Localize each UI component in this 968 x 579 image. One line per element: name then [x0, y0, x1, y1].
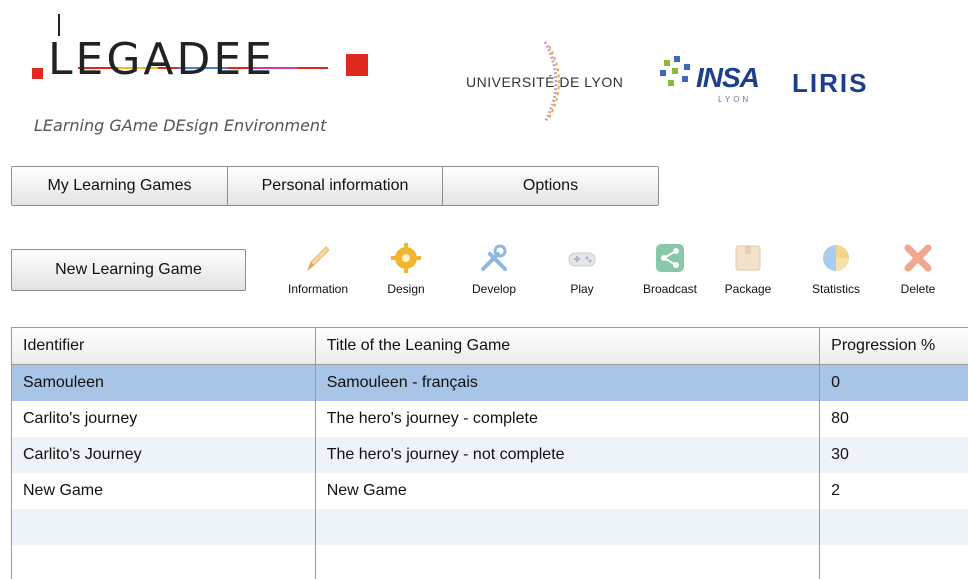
- table-row[interactable]: Carlito's journey The hero's journey - c…: [12, 401, 968, 437]
- broadcast-label: Broadcast: [642, 282, 698, 296]
- cell-title: The hero's journey - complete: [316, 401, 821, 437]
- learning-games-table: Identifier Title of the Leaning Game Pro…: [11, 327, 968, 579]
- package-label: Package: [724, 282, 772, 296]
- table-row[interactable]: New Game New Game 2: [12, 473, 968, 509]
- design-label: Design: [387, 282, 425, 296]
- cell-progression: 2: [831, 482, 841, 499]
- cell-progression: 0: [831, 374, 841, 391]
- cell-title: [316, 545, 821, 579]
- gamepad-icon: [568, 252, 596, 267]
- insa-lyon-logo: INSA LYON: [658, 40, 768, 130]
- delete-button[interactable]: Delete: [878, 240, 958, 300]
- delete-label: Delete: [900, 282, 936, 296]
- table-row[interactable]: [12, 509, 968, 545]
- tab-options[interactable]: Options: [443, 167, 658, 205]
- gear-icon: [391, 243, 421, 273]
- design-button[interactable]: Design: [366, 240, 446, 300]
- statistics-label: Statistics: [811, 282, 860, 296]
- pencil-icon: [306, 246, 330, 272]
- develop-label: Develop: [471, 282, 517, 296]
- broadcast-button[interactable]: Broadcast: [630, 240, 710, 300]
- column-header-title[interactable]: Title of the Leaning Game: [316, 328, 821, 364]
- share-icon: [656, 244, 684, 272]
- univ-text: UNIVERSITÉ DE LYON: [466, 74, 624, 90]
- package-button[interactable]: Package: [708, 240, 788, 300]
- cell-title: Samouleen - français: [316, 365, 821, 401]
- main-tabs: My Learning Games Personal information O…: [11, 166, 659, 206]
- cell-identifier: Carlito's Journey: [12, 437, 316, 473]
- cell-progression: [820, 509, 968, 545]
- tools-icon: [481, 244, 507, 271]
- cell-identifier: New Game: [12, 473, 316, 509]
- table-row[interactable]: Samouleen Samouleen - français 0: [12, 365, 968, 401]
- cell-identifier: [12, 545, 316, 579]
- insa-subtext: LYON: [718, 95, 752, 104]
- table-row[interactable]: Carlito's Journey The hero's journey - n…: [12, 437, 968, 473]
- insa-text: INSA: [696, 62, 760, 93]
- cell-identifier: Carlito's journey: [12, 401, 316, 437]
- column-header-identifier[interactable]: Identifier: [12, 328, 316, 364]
- play-button[interactable]: Play: [542, 240, 622, 300]
- develop-button[interactable]: Develop: [454, 240, 534, 300]
- cell-progression: 80: [831, 410, 849, 427]
- package-icon: [735, 245, 761, 271]
- information-button[interactable]: Information: [278, 240, 358, 300]
- legadee-logo: LEGADEE LEarning GAme DEsign Environment: [28, 6, 378, 140]
- new-learning-game-button[interactable]: New Learning Game: [11, 249, 246, 291]
- delete-icon: [904, 244, 932, 272]
- logo-title: LEGADEE: [48, 34, 275, 85]
- column-header-progression[interactable]: Progression %: [820, 328, 968, 364]
- cell-identifier: [12, 509, 316, 545]
- statistics-button[interactable]: Statistics: [796, 240, 876, 300]
- cell-title: The hero's journey - not complete: [316, 437, 821, 473]
- logo-tagline: LEarning GAme DEsign Environment: [34, 116, 327, 135]
- cell-progression: 30: [831, 446, 849, 463]
- liris-text: LIRIS: [792, 68, 869, 98]
- universite-de-lyon-logo: UNIVERSITÉ DE LYON: [466, 40, 641, 130]
- information-label: Information: [287, 282, 349, 296]
- table-header: Identifier Title of the Leaning Game Pro…: [12, 328, 968, 365]
- tab-personal-information[interactable]: Personal information: [228, 167, 443, 205]
- play-label: Play: [570, 282, 594, 296]
- cell-title: New Game: [316, 473, 821, 509]
- tab-my-learning-games[interactable]: My Learning Games: [12, 167, 228, 205]
- liris-logo: LIRIS: [792, 40, 892, 130]
- pie-chart-icon: [823, 245, 849, 271]
- cell-title: [316, 509, 821, 545]
- cell-progression: [820, 545, 968, 579]
- table-row[interactable]: [12, 545, 968, 579]
- cell-identifier: Samouleen: [12, 365, 316, 401]
